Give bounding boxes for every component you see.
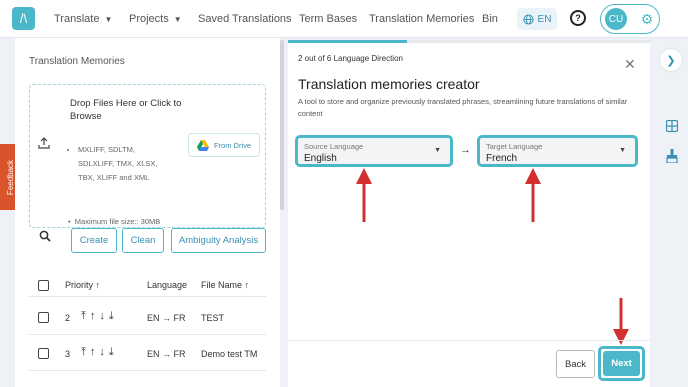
language-value: EN → FR xyxy=(147,349,186,359)
file-name-value: Demo test TM xyxy=(201,349,258,359)
file-dropzone[interactable]: Drop Files Here or Click to Browse MXLIF… xyxy=(29,84,266,228)
create-button[interactable]: Create xyxy=(71,228,117,253)
back-button[interactable]: Back xyxy=(556,350,595,378)
google-drive-icon xyxy=(196,139,209,151)
dropdown-arrow-icon: ▼ xyxy=(434,147,441,154)
globe-icon xyxy=(523,13,534,25)
toolbar: Create Clean Ambiguity Analysis xyxy=(29,228,266,258)
user-menu: CU ⚙ xyxy=(600,4,660,34)
progress-fill xyxy=(288,40,408,43)
right-sidebar xyxy=(655,38,688,387)
file-name-value: TEST xyxy=(201,313,225,323)
divider xyxy=(29,334,266,335)
clean-button[interactable]: Clean xyxy=(122,228,164,253)
dropzone-text: Drop Files Here or Click to Browse xyxy=(70,98,182,122)
language-value: EN → FR xyxy=(147,313,186,323)
max-file-size: • Maximum file size:: 30MB xyxy=(68,217,161,226)
language-selector[interactable]: EN xyxy=(517,8,557,30)
priority-value: 3 xyxy=(65,349,71,359)
file-formats: MXLIFF, SDLTM, SDLXLIFF, TMX, XLSX, TBX,… xyxy=(68,143,168,185)
translation-memories-panel: Translation Memories Drop Files Here or … xyxy=(15,38,280,387)
target-language-value: French xyxy=(486,153,518,164)
sort-up-icon: ↑ xyxy=(95,280,101,290)
priority-controls[interactable]: ⤒↑↓⤓ xyxy=(81,346,118,359)
nav-saved-translations[interactable]: Saved Translations xyxy=(198,0,292,38)
upload-icon xyxy=(38,137,50,152)
source-language-value: English xyxy=(304,153,337,164)
max-file-size-text: Maximum file size:: 30MB xyxy=(74,217,161,226)
nav-projects[interactable]: Projects ▼ xyxy=(129,0,182,38)
nav-translation-memories-label: Translation Memories xyxy=(369,13,475,25)
priority-header[interactable]: Priority ↑ xyxy=(65,280,100,290)
nav-translation-memories[interactable]: Translation Memories xyxy=(369,0,474,38)
next-button-highlight: Next xyxy=(598,346,645,381)
chevron-down-icon: ▼ xyxy=(173,14,182,24)
add-panel-icon[interactable] xyxy=(666,120,678,132)
from-drive-button[interactable]: From Drive xyxy=(188,133,260,157)
avatar[interactable]: CU xyxy=(605,8,627,30)
source-language-select[interactable]: Source Language English ▼ xyxy=(295,135,453,167)
dropdown-arrow-icon: ▼ xyxy=(619,147,626,154)
search-icon[interactable] xyxy=(39,230,51,245)
source-language-label: Source Language xyxy=(304,142,364,151)
from-drive-label: From Drive xyxy=(213,140,252,150)
select-all-checkbox[interactable] xyxy=(38,280,49,291)
language-code: EN xyxy=(537,13,552,25)
priority-controls[interactable]: ⤒↑↓⤓ xyxy=(81,310,118,323)
target-language-label: Target Language xyxy=(486,142,543,151)
nav-term-bases-label: Term Bases xyxy=(299,13,358,25)
nav-translate[interactable]: Translate ▼ xyxy=(54,0,112,38)
step-indicator: 2 out of 6 Language Direction xyxy=(298,54,403,63)
progress-bar xyxy=(288,40,650,43)
divider xyxy=(29,296,266,297)
chevron-right-icon[interactable]: ❯ xyxy=(660,49,682,71)
panel-scrollbar[interactable] xyxy=(280,40,284,210)
annotation-arrow-icon xyxy=(525,168,541,222)
nav-bin-label: Bin xyxy=(482,13,498,25)
priority-header-label: Priority xyxy=(65,280,94,290)
panel-title: Translation Memories xyxy=(29,56,125,67)
dialog-description: A tool to store and organize previously … xyxy=(298,97,628,118)
gear-icon[interactable]: ⚙ xyxy=(639,11,655,27)
annotation-arrow-icon xyxy=(613,298,629,345)
file-name-header[interactable]: File Name ↑ xyxy=(201,280,249,290)
nav-bin[interactable]: Bin xyxy=(482,0,498,38)
file-formats-text: MXLIFF, SDLTM, SDLXLIFF, TMX, XLSX, TBX,… xyxy=(78,143,168,185)
sort-up-icon: ↑ xyxy=(244,280,250,290)
divider xyxy=(29,370,266,371)
next-button[interactable]: Next xyxy=(603,351,640,376)
brush-icon[interactable] xyxy=(666,149,678,163)
nav-translate-label: Translate xyxy=(54,13,100,25)
nav-projects-label: Projects xyxy=(129,13,169,25)
priority-value: 2 xyxy=(65,313,71,323)
row-checkbox[interactable] xyxy=(38,312,49,323)
dialog-title: Translation memories creator xyxy=(298,76,480,92)
language-header: Language xyxy=(147,280,188,290)
tm-creator-dialog: 2 out of 6 Language Direction ✕ Translat… xyxy=(288,40,650,387)
app-logo[interactable]: /\ xyxy=(12,7,35,30)
close-icon[interactable]: ✕ xyxy=(624,56,636,73)
chevron-down-icon: ▼ xyxy=(104,14,113,24)
top-bar: /\ Translate ▼ Projects ▼ Saved Translatio… xyxy=(0,0,688,38)
target-language-select[interactable]: Target Language French ▼ xyxy=(477,135,638,167)
help-icon[interactable]: ? xyxy=(570,10,586,26)
file-name-header-label: File Name xyxy=(201,280,243,290)
nav-term-bases[interactable]: Term Bases xyxy=(299,0,357,38)
nav-saved-translations-label: Saved Translations xyxy=(198,13,292,25)
arrow-right-icon: → xyxy=(460,144,471,156)
annotation-arrow-icon xyxy=(356,168,372,222)
row-checkbox[interactable] xyxy=(38,348,49,359)
divider xyxy=(288,340,650,341)
ambiguity-analysis-button[interactable]: Ambiguity Analysis xyxy=(171,228,266,253)
